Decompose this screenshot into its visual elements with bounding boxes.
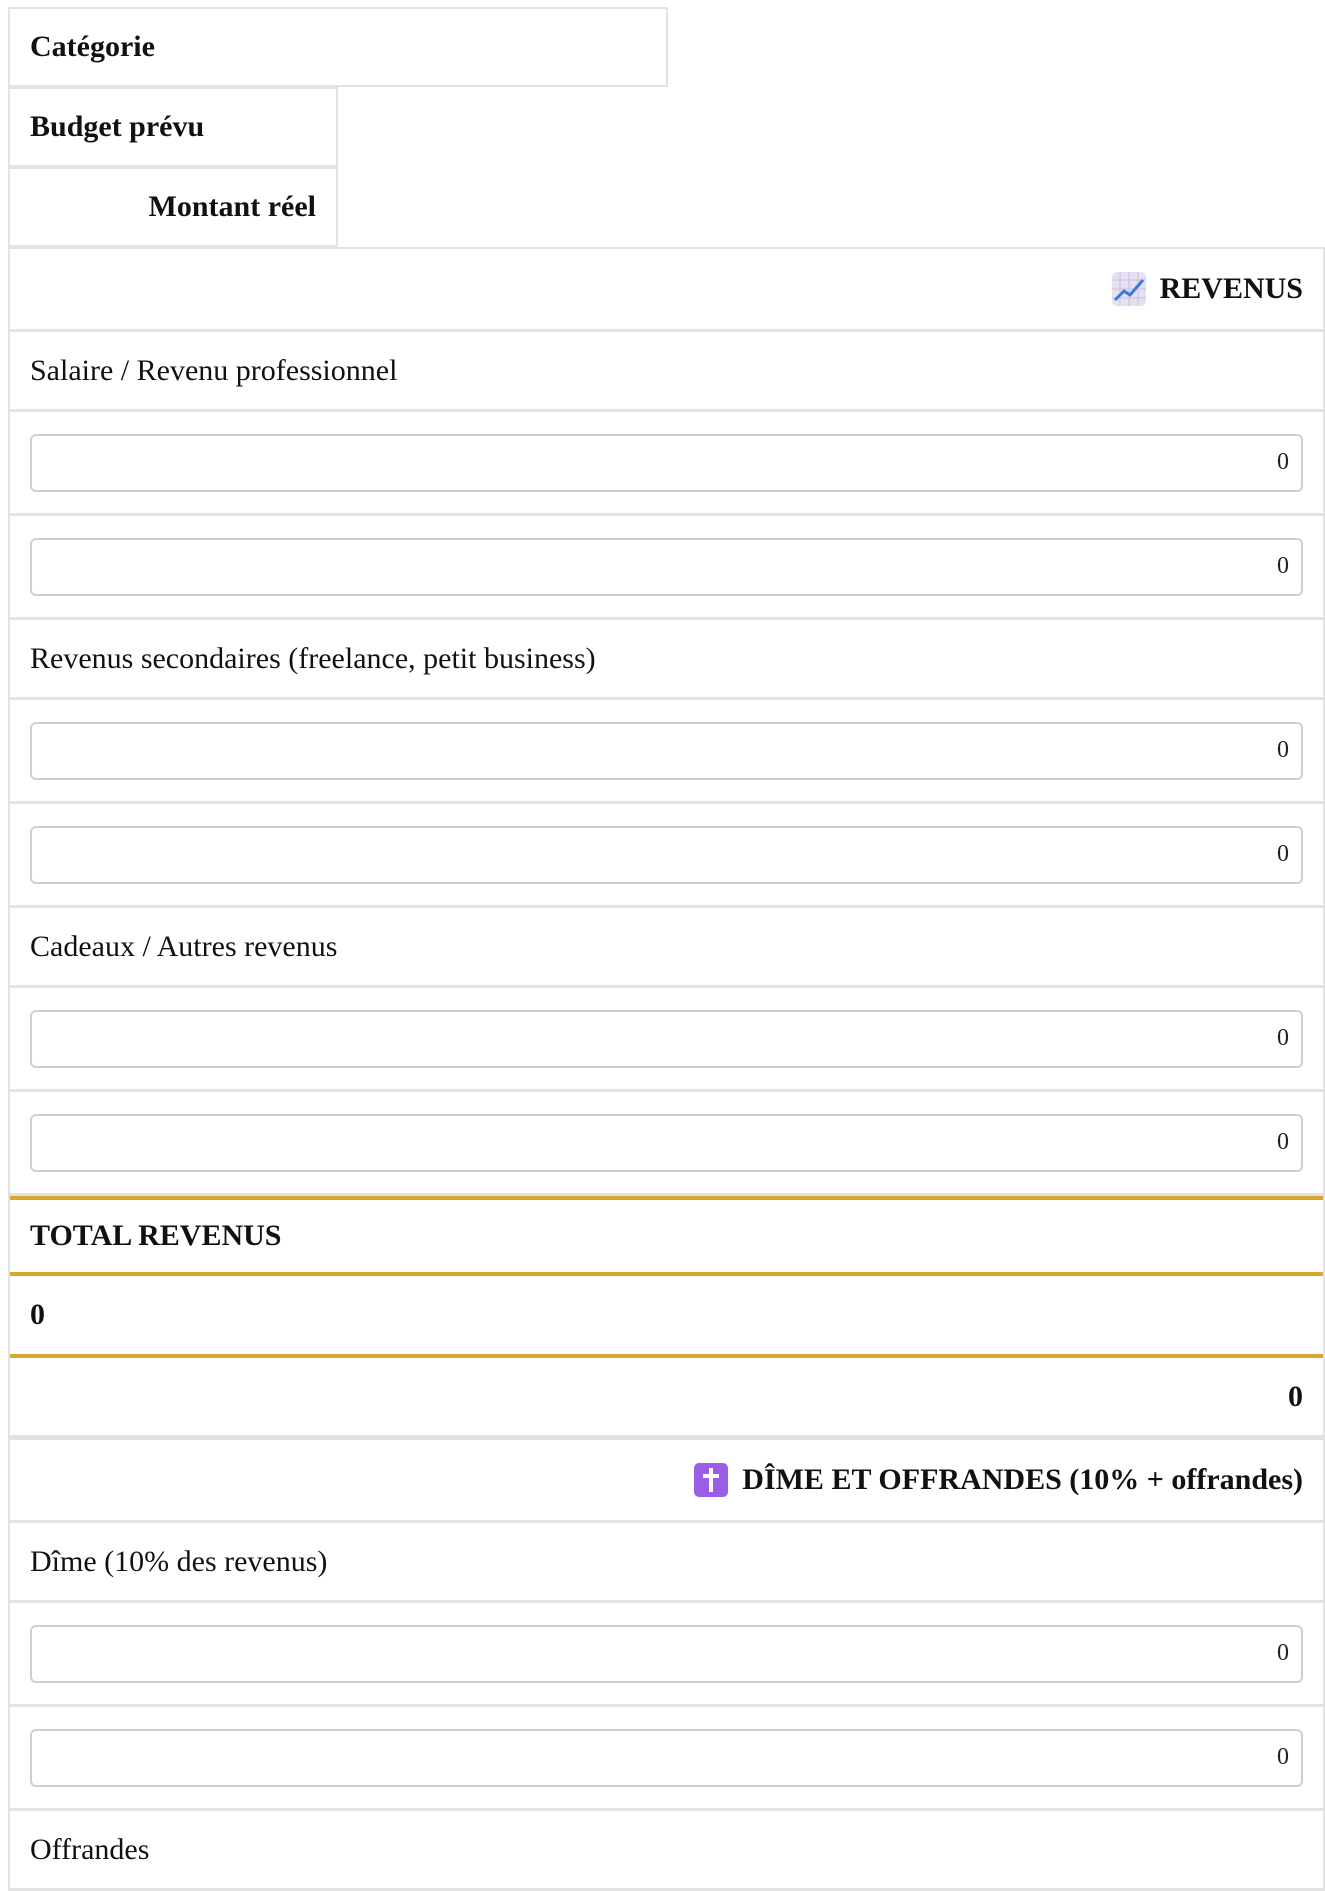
section-revenus: REVENUS: [10, 247, 1323, 332]
category-label: Cadeaux / Autres revenus: [30, 929, 338, 963]
chart-increasing-icon: [1111, 272, 1146, 306]
budget-table-body: REVENUS Salaire / Revenu professionnel R…: [8, 247, 1325, 1891]
category-label-row: Revenus secondaires (freelance, petit bu…: [10, 620, 1323, 700]
budget-cell: [10, 700, 1323, 804]
category-label-row: Dîme (10% des revenus): [10, 1523, 1323, 1603]
total-revenus-actual-row: 0: [10, 1358, 1323, 1438]
header-budget: Budget prévu: [8, 87, 338, 167]
header-budget-label: Budget prévu: [30, 110, 205, 143]
budget-cell: [10, 412, 1323, 516]
budget-cell: [10, 1603, 1323, 1707]
latin-cross-icon: [694, 1463, 729, 1497]
secondary-budget-input[interactable]: [30, 721, 1303, 780]
section-revenus-title: REVENUS: [1159, 272, 1303, 305]
total-revenus-budget: 0: [30, 1298, 45, 1331]
header-actual-label: Montant réel: [148, 190, 316, 223]
category-label: Dîme (10% des revenus): [30, 1544, 328, 1578]
category-label: Revenus secondaires (freelance, petit bu…: [30, 641, 596, 675]
actual-cell: [10, 1707, 1323, 1811]
secondary-actual-input[interactable]: [30, 825, 1303, 884]
gifts-budget-input[interactable]: [30, 1009, 1303, 1068]
total-revenus-actual: 0: [1288, 1379, 1303, 1413]
section-dime-title: DÎME ET OFFRANDES (10% + offrandes): [742, 1463, 1303, 1496]
total-revenus-budget-row: 0: [10, 1276, 1323, 1358]
tithe-budget-input[interactable]: [30, 1624, 1303, 1683]
header-category-label: Catégorie: [30, 30, 155, 63]
section-dime: DÎME ET OFFRANDES (10% + offrandes): [10, 1438, 1323, 1523]
category-label: Salaire / Revenu professionnel: [30, 353, 398, 387]
salary-actual-input[interactable]: [30, 537, 1303, 596]
category-label-row: Salaire / Revenu professionnel: [10, 332, 1323, 412]
category-label: Offrandes: [30, 1832, 150, 1866]
tithe-actual-input[interactable]: [30, 1728, 1303, 1787]
actual-cell: [10, 804, 1323, 908]
category-label-row: Cadeaux / Autres revenus: [10, 908, 1323, 988]
category-label-row: Offrandes: [10, 1811, 1323, 1891]
actual-cell: [10, 1092, 1323, 1196]
header-category: Catégorie: [8, 7, 668, 87]
actual-cell: [10, 516, 1323, 620]
total-revenus-label-row: TOTAL REVENUS: [10, 1196, 1323, 1276]
total-revenus-label: TOTAL REVENUS: [30, 1219, 282, 1252]
budget-cell: [10, 988, 1323, 1092]
salary-budget-input[interactable]: [30, 433, 1303, 492]
header-actual: Montant réel: [8, 167, 338, 247]
gifts-actual-input[interactable]: [30, 1113, 1303, 1172]
